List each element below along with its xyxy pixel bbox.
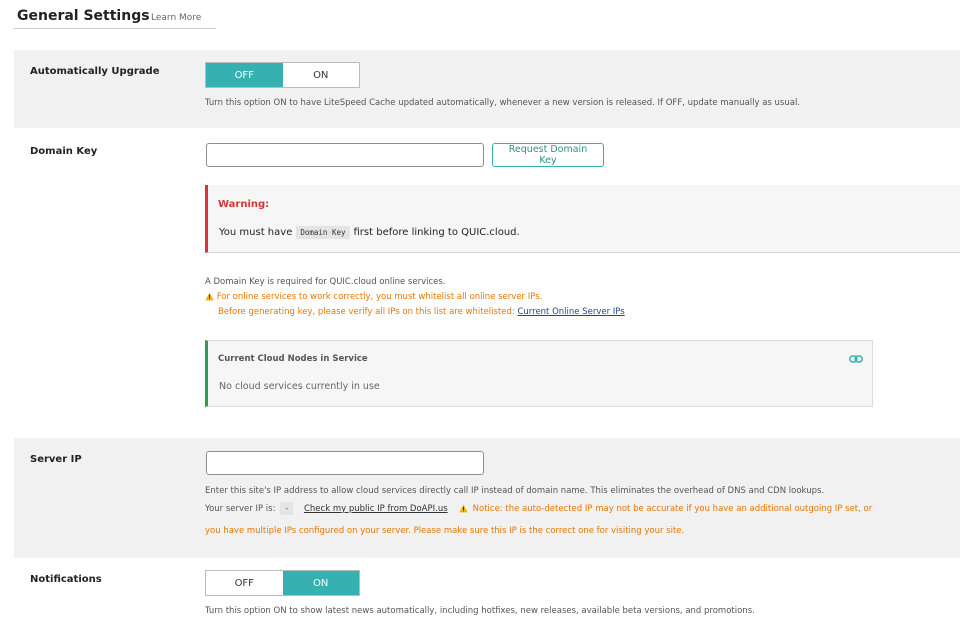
notifications-on-option[interactable]: ON — [282, 571, 359, 595]
auto-upgrade-row — [14, 50, 960, 128]
current-online-server-ips-link[interactable]: Current Online Server IPs — [517, 307, 624, 317]
auto-upgrade-label: Automatically Upgrade — [30, 66, 160, 77]
cloud-nodes-box — [205, 340, 873, 407]
domain-key-description: A Domain Key is required for QUIC.cloud … — [205, 277, 446, 287]
warning-message: You must have Domain Key first before li… — [219, 226, 520, 239]
server-ip-description: Enter this site's IP address to allow cl… — [205, 486, 825, 496]
notifications-label: Notifications — [30, 574, 102, 585]
auto-upgrade-description: Turn this option ON to have LiteSpeed Ca… — [205, 98, 801, 108]
server-ip-notice-continued: you have multiple IPs configured on your… — [205, 526, 685, 536]
warning-text-after: first before linking to QUIC.cloud. — [353, 227, 520, 238]
check-public-ip-link[interactable]: Check my public IP from DoAPI.us — [304, 504, 448, 514]
notifications-toggle[interactable]: OFF ON — [205, 570, 360, 596]
domain-key-label: Domain Key — [30, 146, 98, 157]
auto-upgrade-off-option[interactable]: OFF — [206, 63, 283, 87]
auto-upgrade-toggle[interactable]: OFF ON — [205, 62, 360, 88]
learn-more-link[interactable]: Learn More — [151, 13, 201, 23]
warning-notice — [205, 185, 960, 253]
warning-icon — [205, 292, 214, 301]
warning-text-before: You must have — [219, 227, 293, 238]
notifications-off-option[interactable]: OFF — [206, 571, 283, 595]
warning-title: Warning: — [218, 199, 270, 210]
whitelist-notice-text: For online services to work correctly, y… — [216, 292, 543, 302]
server-ip-row — [14, 438, 960, 558]
page-title: General Settings — [17, 8, 150, 24]
notifications-description: Turn this option ON to show latest news … — [205, 606, 755, 616]
server-ip-label: Server IP — [30, 454, 82, 465]
server-ip-notice: Notice: the auto-detected IP may not be … — [472, 503, 873, 514]
verify-notice: Before generating key, please verify all… — [218, 307, 625, 317]
server-ip-detected: Your server IP is: - Check my public IP … — [205, 502, 872, 515]
server-ip-is-label: Your server IP is: — [205, 503, 276, 514]
link-icon[interactable] — [849, 353, 863, 365]
server-ip-input[interactable] — [206, 451, 484, 475]
cloud-nodes-title: Current Cloud Nodes in Service — [218, 354, 368, 364]
request-domain-key-button[interactable]: Request Domain Key — [492, 143, 604, 167]
domain-key-input[interactable] — [206, 143, 484, 167]
notice-warning-icon — [459, 504, 468, 513]
warning-code: Domain Key — [296, 226, 350, 239]
title-divider — [14, 28, 216, 29]
server-ip-value: - — [280, 502, 293, 515]
whitelist-notice: For online services to work correctly, y… — [205, 292, 542, 302]
auto-upgrade-on-option[interactable]: ON — [283, 63, 360, 87]
cloud-nodes-status: No cloud services currently in use — [219, 381, 380, 392]
verify-notice-text: Before generating key, please verify all… — [218, 307, 515, 317]
